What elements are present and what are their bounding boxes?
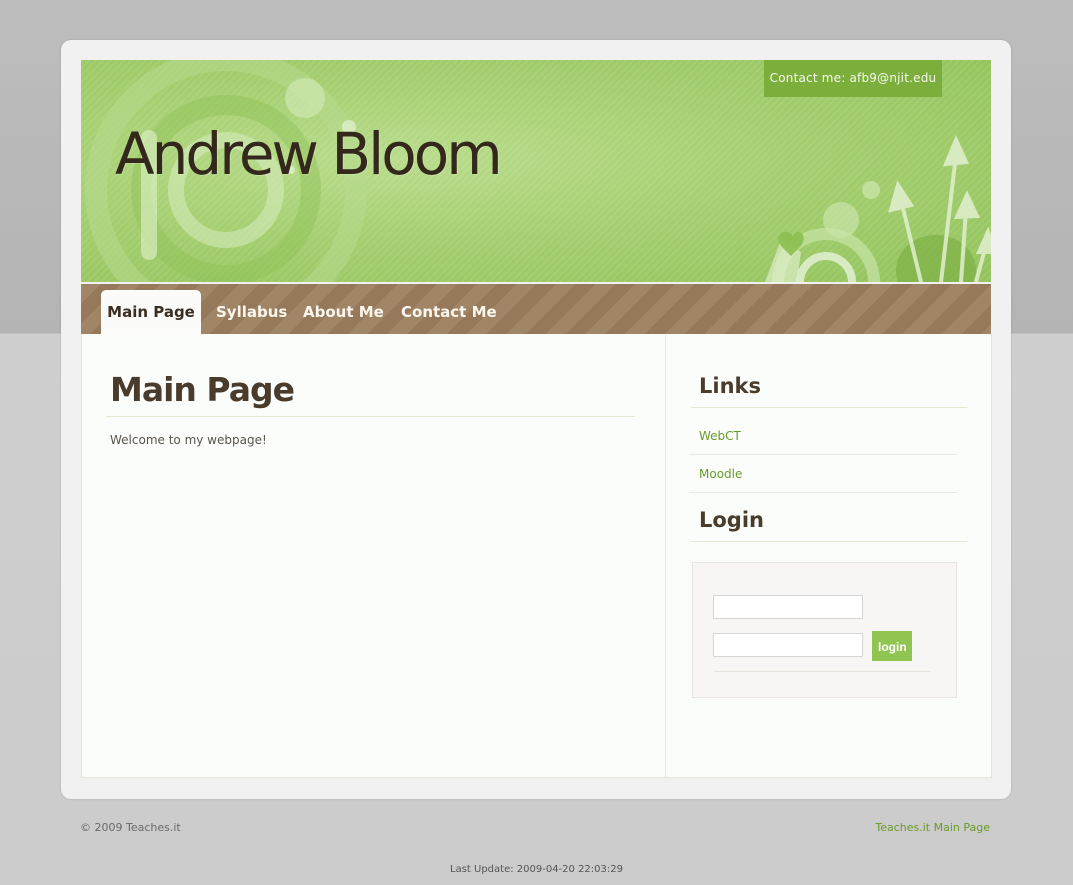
sidebar-link-moodle[interactable]: Moodle bbox=[699, 467, 742, 481]
nav-tab-contact-me[interactable]: Contact Me bbox=[401, 290, 497, 334]
login-heading: Login bbox=[699, 508, 764, 532]
sidebar-link-webct[interactable]: WebCT bbox=[699, 429, 741, 443]
footer-copyright: © 2009 Teaches.it bbox=[80, 821, 181, 834]
nav-tab-main-page[interactable]: Main Page bbox=[101, 290, 201, 334]
username-input[interactable] bbox=[713, 595, 863, 619]
welcome-text: Welcome to my webpage! bbox=[110, 433, 267, 447]
login-form: login bbox=[692, 562, 957, 698]
password-input[interactable] bbox=[713, 633, 863, 657]
page-title: Main Page bbox=[110, 370, 295, 409]
site-title: Andrew Bloom bbox=[115, 120, 503, 188]
last-update-text: Last Update: 2009-04-20 22:03:29 bbox=[450, 864, 623, 875]
link-separator bbox=[689, 454, 957, 455]
login-heading-divider bbox=[691, 541, 967, 542]
login-button[interactable]: login bbox=[872, 631, 912, 661]
main-nav: Main Page Syllabus About Me Contact Me bbox=[81, 284, 991, 334]
links-heading: Links bbox=[699, 374, 761, 398]
contact-badge: Contact me: afb9@njit.edu bbox=[764, 60, 942, 97]
link-separator bbox=[689, 492, 957, 493]
content-area: Main Page Welcome to my webpage! Links W… bbox=[81, 334, 992, 778]
nav-tab-syllabus[interactable]: Syllabus bbox=[216, 290, 287, 334]
links-heading-divider bbox=[691, 407, 967, 408]
sidebar-divider bbox=[665, 334, 666, 777]
heading-divider bbox=[106, 416, 635, 417]
nav-tab-about-me[interactable]: About Me bbox=[303, 290, 384, 334]
site-header: Andrew Bloom Contact me: afb9@njit.edu bbox=[81, 60, 991, 282]
login-divider bbox=[714, 671, 931, 672]
footer-main-page-link[interactable]: Teaches.it Main Page bbox=[875, 821, 990, 834]
